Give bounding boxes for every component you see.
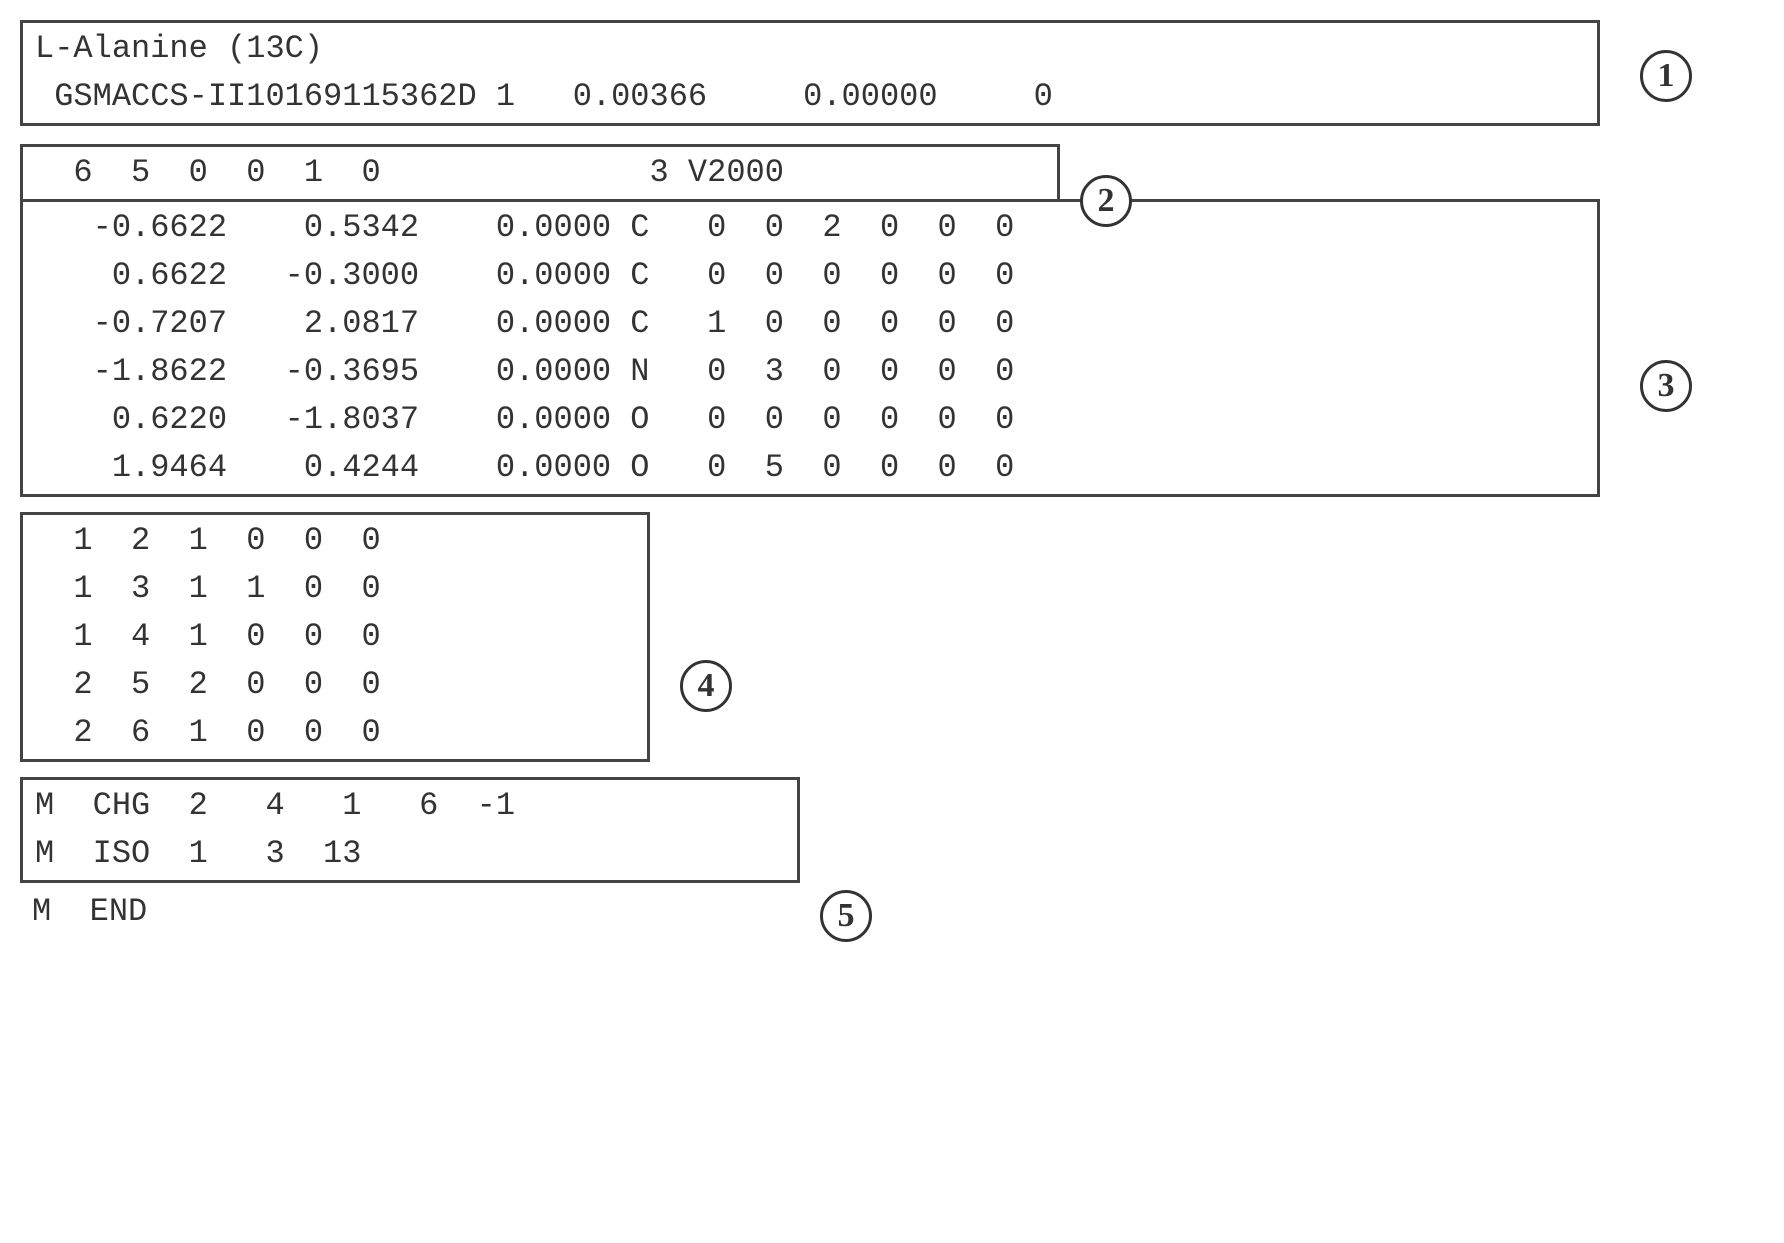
bond-row: 2 5 2 0 0 0: [35, 661, 635, 709]
circled-number-icon: 4: [680, 660, 732, 712]
header-block: L-Alanine (13C) GSMACCS-II10169115362D 1…: [20, 20, 1600, 126]
callout-5: 5: [820, 890, 872, 942]
circled-number-icon: 3: [1640, 360, 1692, 412]
bond-row: 1 2 1 0 0 0: [35, 517, 635, 565]
atom-row: -0.6622 0.5342 0.0000 C 0 0 2 0 0 0: [35, 204, 1585, 252]
software-line: GSMACCS-II10169115362D 1 0.00366 0.00000…: [35, 73, 1585, 121]
counts-line: 6 5 0 0 1 0 3 V2000: [35, 154, 784, 191]
bond-row: 2 6 1 0 0 0: [35, 709, 635, 757]
prop-row: M ISO 1 3 13: [35, 830, 785, 878]
callout-2: 2: [1080, 175, 1132, 227]
counts-block: 6 5 0 0 1 0 3 V2000: [20, 144, 1060, 202]
circled-number-icon: 5: [820, 890, 872, 942]
callout-1: 1: [1640, 50, 1692, 102]
callout-4: 4: [680, 660, 732, 712]
bond-block: 1 2 1 0 0 0 1 3 1 1 0 0 1 4 1 0 0 0 2 5 …: [20, 512, 650, 762]
atom-row: -1.8622 -0.3695 0.0000 N 0 3 0 0 0 0: [35, 348, 1585, 396]
title-line: L-Alanine (13C): [35, 25, 1585, 73]
bond-row: 1 3 1 1 0 0: [35, 565, 635, 613]
atom-row: 1.9464 0.4244 0.0000 O 0 5 0 0 0 0: [35, 444, 1585, 492]
atom-block: -0.6622 0.5342 0.0000 C 0 0 2 0 0 0 0.66…: [20, 199, 1600, 497]
bond-row: 1 4 1 0 0 0: [35, 613, 635, 661]
circled-number-icon: 1: [1640, 50, 1692, 102]
prop-row: M CHG 2 4 1 6 -1: [35, 782, 785, 830]
circled-number-icon: 2: [1080, 175, 1132, 227]
atom-row: 0.6220 -1.8037 0.0000 O 0 0 0 0 0 0: [35, 396, 1585, 444]
callout-3: 3: [1640, 360, 1692, 412]
atom-row: 0.6622 -0.3000 0.0000 C 0 0 0 0 0 0: [35, 252, 1585, 300]
atom-row: -0.7207 2.0817 0.0000 C 1 0 0 0 0 0: [35, 300, 1585, 348]
properties-block: M CHG 2 4 1 6 -1 M ISO 1 3 13: [20, 777, 800, 883]
